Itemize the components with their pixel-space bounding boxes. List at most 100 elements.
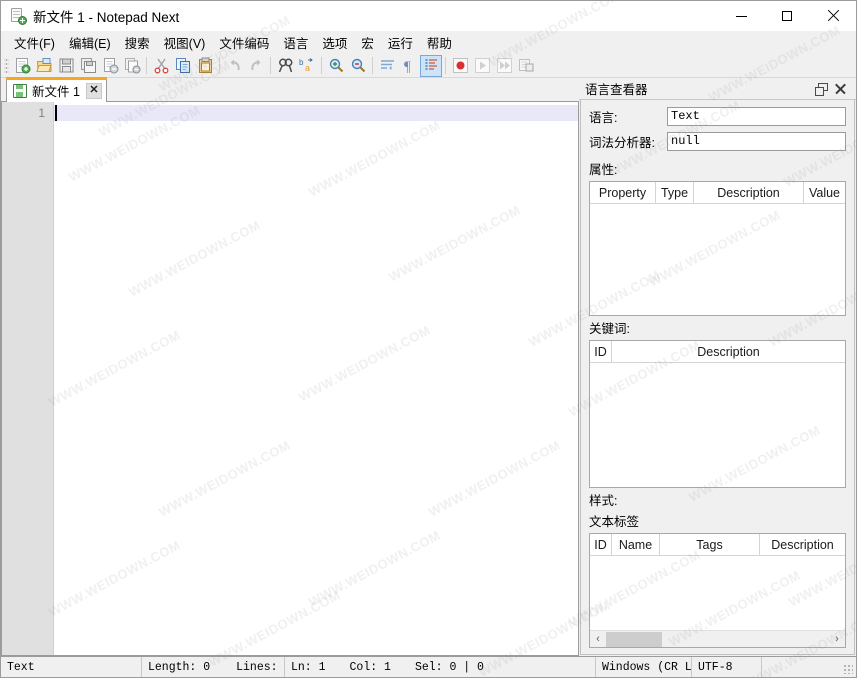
panel-float-button[interactable]: [812, 80, 829, 97]
panel-body: 语言: Text 词法分析器: null 属性: Property Type D…: [580, 100, 855, 655]
text-editor[interactable]: 1: [1, 102, 579, 656]
save-button[interactable]: [55, 55, 77, 77]
copy-button[interactable]: [172, 55, 194, 77]
status-line-ending[interactable]: Windows (CR LF): [596, 657, 692, 677]
play-macro-button[interactable]: [471, 55, 493, 77]
close-all-files-button[interactable]: [121, 55, 143, 77]
tab-new-file-1[interactable]: 新文件 1 ✕: [6, 77, 107, 102]
new-document-icon: [10, 8, 27, 25]
play-macro-multiple-button[interactable]: [493, 55, 515, 77]
styles-table-hscrollbar[interactable]: ‹ ›: [590, 630, 845, 647]
styles-table-body[interactable]: [590, 556, 845, 630]
menu-file[interactable]: 文件(F): [7, 31, 62, 54]
properties-table-body[interactable]: [590, 204, 845, 315]
status-col: Col: 1: [349, 660, 391, 674]
status-length: Length: 0: [148, 660, 211, 674]
menu-encoding[interactable]: 文件编码: [212, 31, 276, 54]
status-document-type: Text: [1, 657, 142, 677]
new-file-button[interactable]: [11, 55, 33, 77]
code-area[interactable]: [54, 102, 578, 655]
properties-label: 属性:: [589, 163, 618, 177]
tab-close-button[interactable]: ✕: [85, 82, 102, 99]
find-button[interactable]: [274, 55, 296, 77]
zoom-in-button[interactable]: [325, 55, 347, 77]
column-header-name[interactable]: Name: [612, 534, 660, 555]
menu-view[interactable]: 视图(V): [157, 31, 213, 54]
toolbar-separator: [219, 57, 220, 74]
save-all-button[interactable]: [77, 55, 99, 77]
line-number-gutter: 1: [2, 102, 54, 655]
hscroll-track[interactable]: [606, 630, 829, 647]
svg-text:¶: ¶: [404, 59, 411, 74]
language-field-row: 语言: Text: [589, 107, 846, 126]
close-icon: [827, 10, 839, 22]
close-file-button[interactable]: [99, 55, 121, 77]
menu-macro[interactable]: 宏: [354, 31, 381, 54]
column-header-description[interactable]: Description: [612, 341, 845, 362]
styles-label: 样式:: [589, 494, 618, 508]
maximize-icon: [782, 11, 792, 21]
status-ln: Ln: 1: [291, 660, 326, 674]
word-wrap-button[interactable]: [376, 55, 398, 77]
svg-text:a: a: [305, 63, 310, 73]
undo-button[interactable]: [223, 55, 245, 77]
show-all-characters-button[interactable]: ¶: [398, 55, 420, 77]
show-indent-guide-button[interactable]: [420, 54, 442, 77]
saved-document-icon: [13, 83, 27, 98]
text-caret: [55, 105, 57, 121]
menu-settings[interactable]: 选项: [315, 31, 354, 54]
menu-search[interactable]: 搜索: [118, 31, 157, 54]
keywords-table[interactable]: ID Description: [589, 340, 846, 488]
styles-table[interactable]: ID Name Tags Description ‹ ›: [589, 533, 846, 648]
toolbar-grip[interactable]: [4, 56, 9, 75]
column-header-id[interactable]: ID: [590, 534, 612, 555]
maximize-button[interactable]: [764, 1, 810, 31]
hscroll-thumb[interactable]: [606, 631, 662, 647]
window-controls: [718, 1, 856, 31]
column-header-description[interactable]: Description: [760, 534, 845, 555]
application-window: 新文件 1 - Notepad Next 文件(F) 编辑(E) 搜索 视图(V…: [0, 0, 857, 678]
redo-button[interactable]: [245, 55, 267, 77]
menu-help[interactable]: 帮助: [420, 31, 459, 54]
keywords-table-body[interactable]: [590, 363, 845, 487]
status-resize-grip[interactable]: [762, 657, 856, 677]
column-header-id[interactable]: ID: [590, 341, 612, 362]
close-window-button[interactable]: [810, 1, 856, 31]
open-file-button[interactable]: [33, 55, 55, 77]
column-header-type[interactable]: Type: [656, 182, 694, 203]
menu-language[interactable]: 语言: [276, 31, 315, 54]
main-area: 新文件 1 ✕ 1 语言查看器 语言: Text 词法分析器: null 属性:…: [1, 77, 856, 656]
save-macro-button[interactable]: [515, 55, 537, 77]
menu-edit[interactable]: 编辑(E): [62, 31, 118, 54]
toolbar-separator: [270, 57, 271, 74]
scroll-left-icon[interactable]: ‹: [590, 631, 606, 648]
column-header-description[interactable]: Description: [694, 182, 804, 203]
panel-close-button[interactable]: [832, 80, 849, 97]
menu-run[interactable]: 运行: [381, 31, 420, 54]
minimize-button[interactable]: [718, 1, 764, 31]
editor-pane: 新文件 1 ✕ 1: [1, 77, 579, 656]
status-bar: Text Length: 0 Lines: 1 Ln: 1 Col: 1 Sel…: [1, 656, 856, 677]
tab-label: 新文件 1: [32, 85, 80, 99]
language-input[interactable]: Text: [667, 107, 846, 126]
column-header-value[interactable]: Value: [804, 182, 845, 203]
zoom-out-button[interactable]: [347, 55, 369, 77]
keywords-label: 关键词:: [589, 322, 630, 336]
column-header-tags[interactable]: Tags: [660, 534, 760, 555]
resize-grip-icon: [843, 664, 854, 674]
keywords-table-header: ID Description: [590, 341, 845, 363]
properties-table[interactable]: Property Type Description Value: [589, 181, 846, 316]
toolbar-separator: [146, 57, 147, 74]
replace-button[interactable]: ba: [296, 55, 318, 77]
lexer-input[interactable]: null: [667, 132, 846, 151]
cut-button[interactable]: [150, 55, 172, 77]
properties-table-header: Property Type Description Value: [590, 182, 845, 204]
window-title: 新文件 1 - Notepad Next: [33, 10, 180, 25]
record-macro-button[interactable]: [449, 55, 471, 77]
status-sel: Sel: 0 | 0: [414, 660, 484, 674]
scroll-right-icon[interactable]: ›: [829, 631, 845, 648]
paste-button[interactable]: [194, 55, 216, 77]
status-encoding[interactable]: UTF-8: [692, 657, 762, 677]
close-icon: [835, 83, 846, 94]
column-header-property[interactable]: Property: [590, 182, 656, 203]
